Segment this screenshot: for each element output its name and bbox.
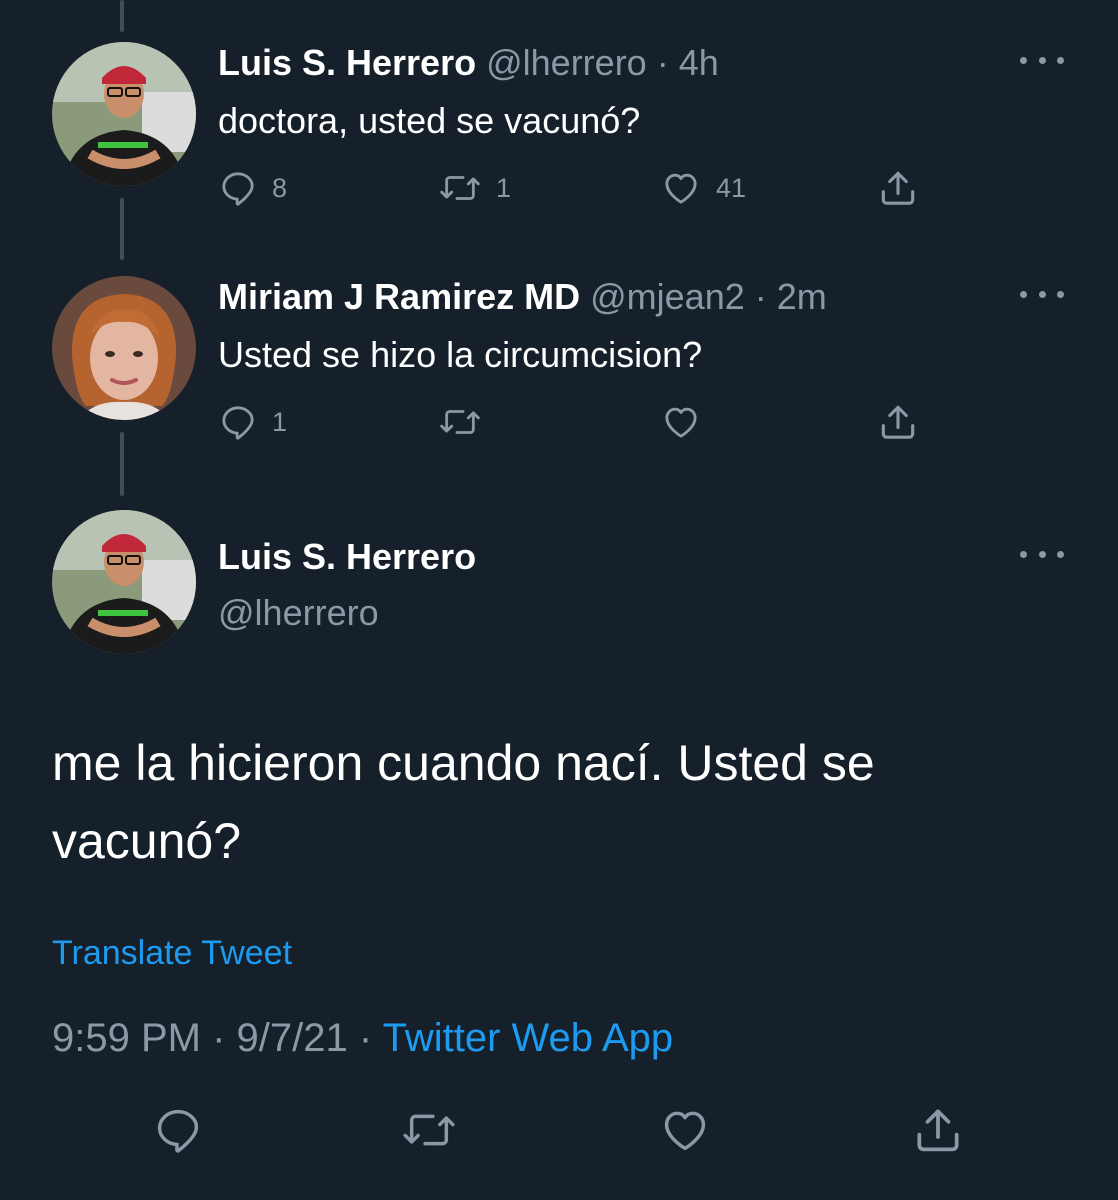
retweet-icon bbox=[438, 168, 482, 208]
reply-icon bbox=[218, 402, 258, 442]
reply-button[interactable] bbox=[152, 1104, 204, 1156]
author-handle[interactable]: @lherrero bbox=[486, 42, 647, 83]
thread-line bbox=[120, 198, 124, 260]
translate-tweet-link[interactable]: Translate Tweet bbox=[52, 934, 292, 973]
tweet-text: me la hicieron cuando nací. Usted se vac… bbox=[52, 735, 875, 869]
share-icon bbox=[910, 1102, 966, 1158]
retweet-icon bbox=[400, 1104, 458, 1156]
share-button[interactable] bbox=[910, 1102, 966, 1158]
thread-line bbox=[120, 432, 124, 496]
reply-icon bbox=[152, 1104, 204, 1156]
reply-icon bbox=[218, 168, 258, 208]
reply-count: 8 bbox=[272, 172, 288, 203]
share-button[interactable] bbox=[876, 166, 920, 210]
tweet-time[interactable]: 2m bbox=[777, 276, 827, 317]
separator-dot: · bbox=[358, 1016, 373, 1060]
reply-count: 1 bbox=[272, 406, 288, 437]
tweet-text: doctora, usted se vacunó? bbox=[218, 100, 641, 141]
like-icon bbox=[658, 1104, 712, 1156]
tweet-header: Luis S. Herrero @lherrero · 4h bbox=[218, 42, 719, 84]
share-icon bbox=[876, 166, 920, 210]
like-count: 41 bbox=[716, 172, 747, 203]
thread-line bbox=[120, 0, 124, 32]
like-button[interactable] bbox=[660, 402, 702, 442]
like-icon bbox=[660, 168, 702, 208]
author-name[interactable]: Luis S. Herrero bbox=[218, 536, 476, 578]
author-handle[interactable]: @mjean2 bbox=[590, 276, 745, 317]
tweet-text: Usted se hizo la circumcision? bbox=[218, 334, 703, 375]
like-icon bbox=[660, 402, 702, 442]
separator-dot: · bbox=[656, 42, 669, 83]
avatar[interactable] bbox=[52, 276, 196, 420]
author-handle[interactable]: @lherrero bbox=[218, 592, 379, 634]
retweet-icon bbox=[438, 402, 482, 442]
retweet-button[interactable] bbox=[438, 402, 482, 442]
more-icon[interactable] bbox=[1020, 50, 1064, 70]
retweet-count: 1 bbox=[496, 172, 512, 203]
retweet-button[interactable] bbox=[400, 1104, 458, 1156]
tweet-time[interactable]: 4h bbox=[679, 42, 719, 83]
author-name[interactable]: Luis S. Herrero bbox=[218, 42, 476, 83]
avatar[interactable] bbox=[52, 510, 196, 654]
separator-dot: · bbox=[212, 1016, 226, 1060]
reply-button[interactable]: 1 bbox=[218, 402, 287, 442]
more-icon[interactable] bbox=[1020, 284, 1064, 304]
reply-button[interactable]: 8 bbox=[218, 168, 287, 208]
retweet-button[interactable]: 1 bbox=[438, 168, 511, 208]
share-icon bbox=[876, 400, 920, 444]
tweet-meta: 9:59 PM · 9/7/21 · Twitter Web App bbox=[52, 1016, 673, 1061]
tweet-header: Miriam J Ramirez MD @mjean2 · 2m bbox=[218, 276, 827, 318]
tweet-time[interactable]: 9:59 PM bbox=[52, 1016, 201, 1060]
like-button[interactable]: 41 bbox=[660, 168, 746, 208]
author-name[interactable]: Miriam J Ramirez MD bbox=[218, 276, 580, 317]
avatar[interactable] bbox=[52, 42, 196, 186]
separator-dot: · bbox=[754, 276, 767, 317]
more-icon[interactable] bbox=[1020, 544, 1064, 564]
share-button[interactable] bbox=[876, 400, 920, 444]
source-app-link[interactable]: Twitter Web App bbox=[383, 1016, 674, 1060]
tweet-date[interactable]: 9/7/21 bbox=[237, 1016, 348, 1060]
like-button[interactable] bbox=[658, 1104, 712, 1156]
